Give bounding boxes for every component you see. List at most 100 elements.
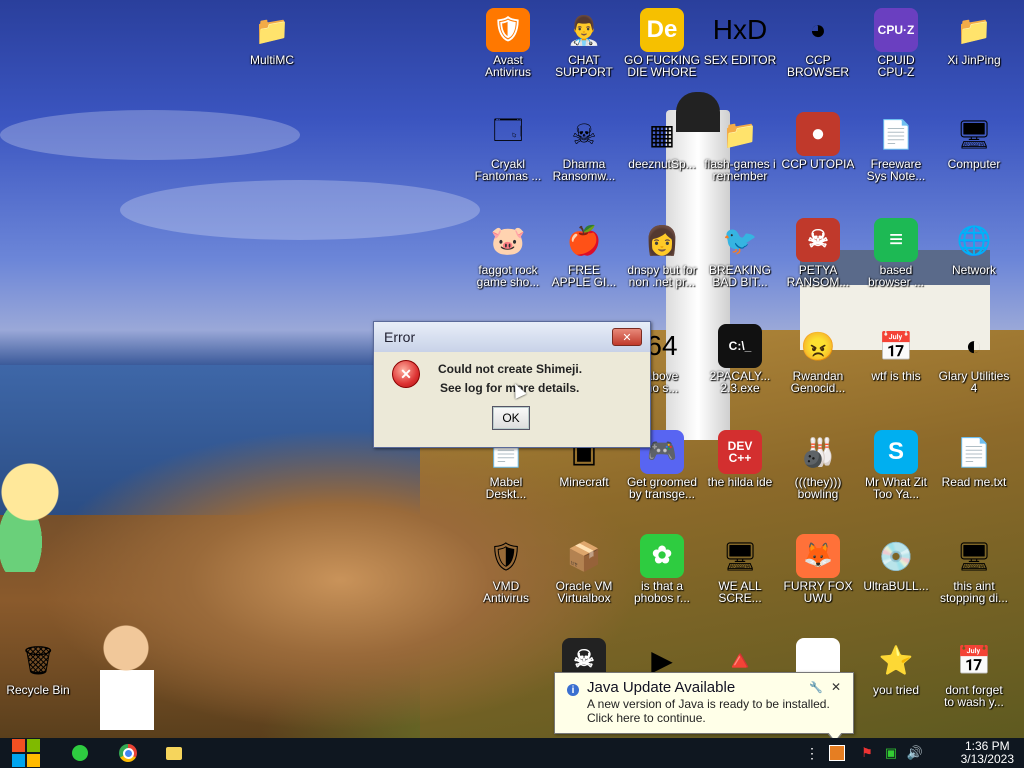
desktop-icon-rwandan[interactable]: 😠 Rwandan Genocid... — [780, 324, 856, 395]
desktop-icon-label: Computer — [947, 157, 1001, 171]
cpuz-icon: CPU·Z — [874, 8, 918, 52]
desktop-icon-vmd[interactable]: 🛡 VMD Antivirus — [468, 534, 544, 605]
error-dialog-titlebar[interactable]: Error ✕ — [374, 322, 650, 352]
ok-button[interactable]: OK — [492, 406, 530, 430]
desktop-icon-computer[interactable]: 🖥 Computer — [936, 112, 1012, 171]
pc-icon: 🖥 — [956, 540, 992, 572]
windows-logo-icon — [12, 739, 40, 767]
desktop-icon-freeware-sys-note[interactable]: 📄 Freeware Sys Note... — [858, 112, 934, 183]
taskbar-chrome-icon[interactable] — [116, 741, 140, 765]
desktop-icon-readme[interactable]: 📄 Read me.txt — [936, 430, 1012, 489]
desktop-icon-this-aint[interactable]: 🖥 this aint stopping di... — [936, 534, 1012, 605]
close-icon[interactable]: ✕ — [831, 680, 841, 694]
desktop-icon-glary[interactable]: ◐ Glary Utilities 4 — [936, 324, 1012, 394]
volume-icon[interactable]: 🔊 — [906, 741, 924, 765]
desktop-icon-bowling[interactable]: 🎳 (((they))) bowling — [780, 430, 856, 501]
desktop-icon-label: Cryakl Fantomas ... — [474, 157, 542, 183]
desktop-icon-rock-game[interactable]: 🐷 faggot rock game sho... — [470, 218, 546, 289]
folder-icon: 📁 — [254, 14, 290, 46]
desktop-icon-ccp-utopia[interactable]: ● CCP UTOPIA — [780, 112, 856, 170]
desktop-icon-dnspy[interactable]: 👩 dnspy but for non .net pr... — [624, 218, 700, 289]
taskbar-file-explorer-icon[interactable] — [162, 741, 186, 765]
calendar-doc-icon: 📅 — [878, 330, 914, 362]
notification-title: Java Update Available — [587, 679, 736, 696]
desktop-icon-free-apple[interactable]: 🍎 FREE APPLE GI... — [546, 218, 622, 289]
notification-line1: A new version of Java is ready to be ins… — [587, 697, 830, 711]
desktop-icon-label: you tried — [872, 683, 920, 697]
desktop-icon-we-all-scre[interactable]: 🖥 WE ALL SCRE... — [702, 534, 778, 605]
wrench-icon[interactable]: 🔧 — [809, 681, 823, 694]
text-file-icon: 📄 — [956, 436, 992, 468]
desktop-icon-label: CCP UTOPIA — [781, 157, 855, 171]
desktop-icon-label: CCP BROWSER — [786, 53, 849, 79]
taskbar-green-chat-icon[interactable] — [68, 741, 92, 765]
petya-skull-icon: ☠ — [796, 218, 840, 262]
network-tray-icon[interactable]: ▣ — [882, 741, 900, 765]
desktop-icon-label: VMD Antivirus — [482, 579, 529, 605]
desktop-icon-label: FREE APPLE GI... — [551, 263, 617, 289]
desktop-icon-flash-games[interactable]: 📁 flash-games i remember — [702, 112, 778, 183]
desktop-icon-firefox[interactable]: 🦊 FURRY FOX UWU — [780, 534, 856, 604]
desktop-icon-label: PETYA RANSOM... — [786, 263, 850, 289]
desktop-icon-network[interactable]: 🌐 Network — [936, 218, 1012, 277]
desktop-icon-label: dnspy but for non .net pr... — [627, 263, 697, 289]
avast-icon: 🛡 — [486, 8, 530, 52]
doctor-icon: 👨‍⚕️ — [566, 14, 602, 46]
desktop-icon-label: UltraBULL... — [863, 579, 929, 593]
desktop-icon-cryakl[interactable]: 🗔 Cryakl Fantomas ... — [470, 112, 546, 182]
desktop-icon-label: Xi JinPing — [947, 53, 1001, 67]
bowling-icon: 🎳 — [800, 436, 836, 468]
desktop-icon-label: WE ALL SCRE... — [718, 579, 762, 605]
java-tray-icon[interactable] — [828, 741, 846, 765]
desktop-icon-phobos[interactable]: ✿ is that a phobos r... — [624, 534, 700, 604]
close-icon[interactable]: ✕ — [612, 328, 642, 346]
desktop-icon-dharma[interactable]: ☠ Dharma Ransomw... — [546, 112, 622, 183]
clock-date: 3/13/2023 — [960, 752, 1014, 766]
desktop-icon-wtf-is-this[interactable]: 📅 wtf is this — [858, 324, 934, 383]
pig-icon: 🐷 — [490, 224, 526, 256]
desktop-icon-recycle-bin[interactable]: 🗑 Recycle Bin — [0, 638, 76, 697]
clock[interactable]: 1:36 PM 3/13/2023 — [961, 740, 1014, 766]
green-chat-icon: ≡ — [874, 218, 918, 262]
desktop-icon-2pacaly[interactable]: C:\_ 2PACALY... 2.3.exe — [702, 324, 778, 394]
desktop-icon-cpuid-cpu-z[interactable]: CPU·Z CPUID CPU-Z — [858, 8, 934, 78]
desktop-icon-petya[interactable]: ☠ PETYA RANSOM... — [780, 218, 856, 288]
tray-overflow-icon[interactable]: ⋮ — [805, 741, 819, 765]
desktop-icon-label: Minecraft — [559, 475, 609, 489]
desktop-icon-you-tried[interactable]: ⭐ you tried — [858, 638, 934, 697]
taskbar: ⋮ ⚑ ▣ 🔊 1:36 PM 3/13/2023 — [0, 738, 1024, 768]
desktop-icon-label: (((they))) bowling — [794, 475, 842, 501]
desktop-icon-deeznut[interactable]: ▦ deeznutSp... — [624, 112, 700, 171]
flag-icon[interactable]: ⚑ — [858, 741, 876, 765]
notification-line2[interactable]: Click here to continue. — [587, 711, 706, 725]
java-update-notification[interactable]: i Java Update Available A new version of… — [554, 672, 854, 738]
desktop-icon-dont-forget[interactable]: 📅 dont forget to wash y... — [936, 638, 1012, 709]
recycle-bin-icon: 🗑 — [20, 644, 56, 676]
folder-icon: 📁 — [722, 118, 758, 150]
desktop-icon-go-fucking-die-whore[interactable]: De GO FUCKING DIE WHORE — [624, 8, 700, 78]
cloud — [0, 110, 300, 160]
desktop-icon-breaking-bad[interactable]: 🐦 BREAKING BAD BIT... — [702, 218, 778, 289]
start-button[interactable] — [8, 739, 44, 767]
virtualbox-icon: 📦 — [566, 540, 602, 572]
desktop-icon-chat-support[interactable]: 👨‍⚕️ CHAT SUPPORT — [546, 8, 622, 79]
desktop-icon-based-browser[interactable]: ≡ based browser ... — [858, 218, 934, 288]
desktop-icon-virtualbox[interactable]: 📦 Oracle VM Virtualbox — [546, 534, 622, 605]
cloud — [120, 180, 480, 240]
desktop-icon-xi-jinping[interactable]: 📁 Xi JinPing — [936, 8, 1012, 67]
desktop-icon-devcpp[interactable]: DEV C++ the hilda ide — [702, 430, 778, 488]
desktop-icon-skype[interactable]: S Mr What Zit Too Ya... — [858, 430, 934, 500]
desktop-icon-label: Mr What Zit Too Ya... — [865, 475, 927, 501]
desktop-icon-label: Get groomed by transge... — [626, 475, 698, 501]
desktop-icon-label: faggot rock game sho... — [476, 263, 540, 289]
desktop-icon-sex-editor[interactable]: HxD SEX EDITOR — [702, 8, 778, 66]
terminal-icon: C:\_ — [718, 324, 762, 368]
document-icon: 📄 — [878, 118, 914, 150]
desktop-icon-multimc[interactable]: 📁 MultiMC — [234, 8, 310, 67]
desktop-icon-label: Read me.txt — [941, 475, 1007, 489]
info-icon: i — [567, 684, 579, 696]
desktop-icon-ultrabull[interactable]: 💿 UltraBULL... — [858, 534, 934, 593]
desktop-icon-avast-antivirus[interactable]: 🛡 Avast Antivirus — [470, 8, 546, 78]
desktop-icon-ccp-browser[interactable]: ◕ CCP BROWSER — [780, 8, 856, 78]
skype-icon: S — [874, 430, 918, 474]
